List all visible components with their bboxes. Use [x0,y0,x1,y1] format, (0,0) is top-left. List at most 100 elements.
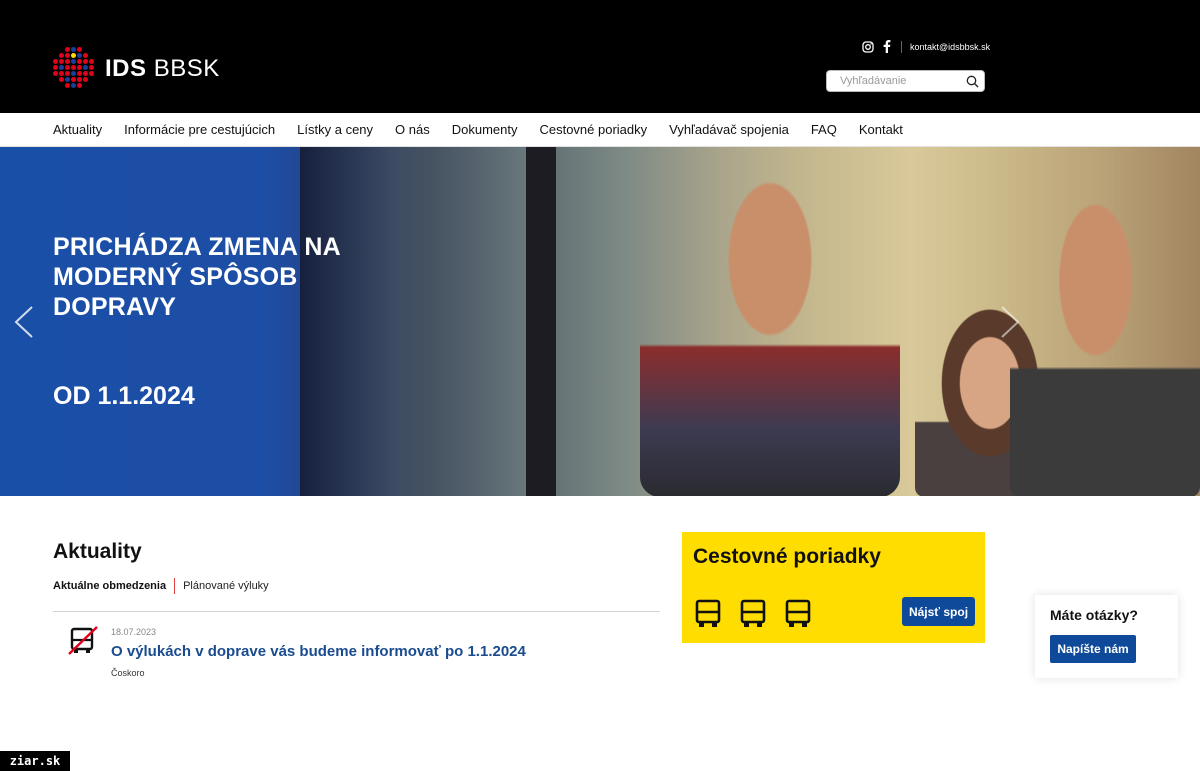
logo-dot [77,53,82,58]
logo-dot [53,77,58,82]
logo-dot [89,83,94,88]
logo-dot [65,53,70,58]
logo-dot [77,77,82,82]
logo-dot [89,47,94,52]
nav-item-kontakt[interactable]: Kontakt [859,122,903,137]
questions-card: Máte otázky? Napíšte nám [1035,595,1178,678]
logo-dot [83,71,88,76]
bus-disruption-icon [68,626,98,655]
write-us-button[interactable]: Napíšte nám [1050,635,1136,663]
logo-dot [89,59,94,64]
nav-item-o-nas[interactable]: O nás [395,122,430,137]
hero-person-thumbs-up-image [640,157,900,496]
nav-item-aktuality[interactable]: Aktuality [53,122,102,137]
logo-dot [65,47,70,52]
hero-date: OD 1.1.2024 [53,382,195,410]
bus-icon [695,599,721,627]
timetables-title: Cestovné poriadky [693,545,881,568]
facebook-icon[interactable] [880,40,893,53]
logo-dot [53,71,58,76]
search-box [826,70,985,92]
logo-dot [53,53,58,58]
logo-dot [65,65,70,70]
news-subtitle: Čoskoro [111,668,145,678]
logo-dot [65,77,70,82]
tab-divider [174,578,176,594]
logo-dot [59,71,64,76]
find-connection-button[interactable]: Nájsť spoj [902,597,975,626]
logo[interactable]: IDS BBSK [53,47,220,91]
logo-dots-icon [53,47,97,91]
instagram-icon[interactable] [861,40,874,53]
logo-dot [71,77,76,82]
hero-slider: PRICHÁDZA ZMENA NA MODERNÝ SPÔSOB DOPRAV… [0,147,1200,496]
chevron-left-icon[interactable] [12,305,36,339]
search-input[interactable] [827,71,957,91]
logo-dot [89,71,94,76]
nav-item-faq[interactable]: FAQ [811,122,837,137]
logo-dot [53,83,58,88]
social-divider [901,40,902,53]
logo-dot [77,59,82,64]
logo-dot [71,59,76,64]
logo-dot [83,77,88,82]
logo-dot [83,59,88,64]
logo-dot [71,83,76,88]
hero-door-pole-image [526,147,556,496]
chevron-right-icon[interactable] [998,305,1022,339]
logo-dot [83,47,88,52]
logo-dot [77,71,82,76]
news-tabs: Aktuálne obmedzenia Plánované výluky [53,578,269,594]
logo-dot [65,83,70,88]
nav-item-informacie[interactable]: Informácie pre cestujúcich [124,122,275,137]
logo-dot [59,53,64,58]
timetables-box: Cestovné poriadky Nájsť spoj [682,532,985,643]
logo-dot [71,65,76,70]
bus-icon [785,599,811,627]
logo-dot [59,59,64,64]
logo-dot [65,59,70,64]
logo-dot [53,47,58,52]
logo-dot [71,47,76,52]
nav-item-cestovne-poriadky[interactable]: Cestovné poriadky [539,122,647,137]
hero-person-right-image [1010,187,1200,496]
nav-item-vyhladavac-spojenia[interactable]: Vyhľadávač spojenia [669,122,789,137]
main-navigation: Aktuality Informácie pre cestujúcich Lís… [0,113,1200,147]
hero-headline: PRICHÁDZA ZMENA NA MODERNÝ SPÔSOB DOPRAV… [53,233,340,321]
news-divider [53,611,660,612]
logo-text-regular: BBSK [153,55,220,82]
logo-dot [71,53,76,58]
logo-dot [83,65,88,70]
bus-icon [740,599,766,627]
search-icon[interactable] [966,75,979,88]
news-date: 18.07.2023 [111,627,157,637]
logo-dot [77,47,82,52]
tab-planovane-vyluky[interactable]: Plánované výluky [183,580,269,592]
logo-dot [89,65,94,70]
questions-title: Máte otázky? [1050,607,1138,623]
logo-dot [77,83,82,88]
bus-icons-row [694,599,829,629]
logo-dot [89,77,94,82]
nav-item-listky-a-ceny[interactable]: Lístky a ceny [297,122,373,137]
news-headline-link[interactable]: O výlukách v doprave vás budeme informov… [111,643,526,660]
top-header: IDS BBSK kontakt@idsbbsk.sk [0,0,1200,113]
logo-text-bold: IDS [105,55,147,82]
logo-dot [53,65,58,70]
nav-item-dokumenty[interactable]: Dokumenty [452,122,518,137]
tab-aktualne-obmedzenia[interactable]: Aktuálne obmedzenia [53,580,166,592]
logo-dot [59,65,64,70]
logo-dot [59,77,64,82]
logo-dot [71,71,76,76]
news-section-title: Aktuality [53,540,142,563]
logo-dot [59,47,64,52]
logo-dot [59,83,64,88]
logo-dot [53,59,58,64]
news-list-item[interactable]: 18.07.2023 O výlukách v doprave vás bude… [67,626,627,686]
logo-dot [83,83,88,88]
site-watermark: ziar.sk [0,751,70,771]
logo-dot [65,71,70,76]
logo-dot [89,53,94,58]
logo-dot [83,53,88,58]
contact-email-link[interactable]: kontakt@idsbbsk.sk [910,42,990,52]
